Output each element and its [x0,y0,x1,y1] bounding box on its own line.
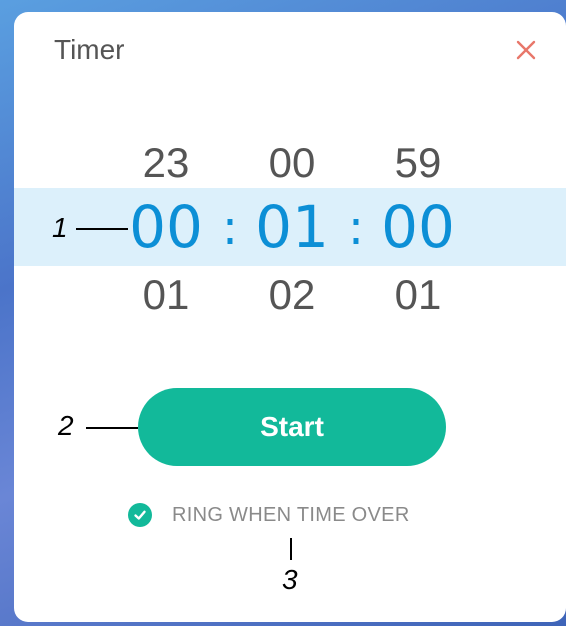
check-circle-icon[interactable] [128,503,152,527]
timer-dialog: Timer 23 00 01 : 00 01 02 : 59 00 01 Sta… [14,12,566,622]
callout-number-1: 1 [52,212,68,243]
hours-next-value[interactable]: 01 [106,274,226,316]
seconds-prev-value[interactable]: 59 [358,142,478,184]
callout-line-3 [290,538,292,560]
close-icon [516,40,536,60]
callout-number-3: 3 [282,564,298,595]
minutes-prev-value[interactable]: 00 [232,142,352,184]
dialog-title: Timer [54,34,125,65]
start-button[interactable]: Start [138,388,446,466]
hours-prev-value[interactable]: 23 [106,142,226,184]
seconds-next-value[interactable]: 01 [358,274,478,316]
minutes-current-value[interactable]: 01 [232,198,352,256]
minutes-next-value[interactable]: 02 [232,274,352,316]
hours-current-value[interactable]: 00 [106,198,226,256]
seconds-current-value[interactable]: 00 [358,198,478,256]
callout-line-1 [76,228,128,230]
callout-number-2: 2 [58,410,74,441]
callout-line-2 [86,427,138,429]
ring-option-label: RING WHEN TIME OVER [172,503,410,526]
ring-when-time-over-toggle[interactable]: RING WHEN TIME OVER [128,502,410,528]
close-button[interactable] [510,34,542,66]
